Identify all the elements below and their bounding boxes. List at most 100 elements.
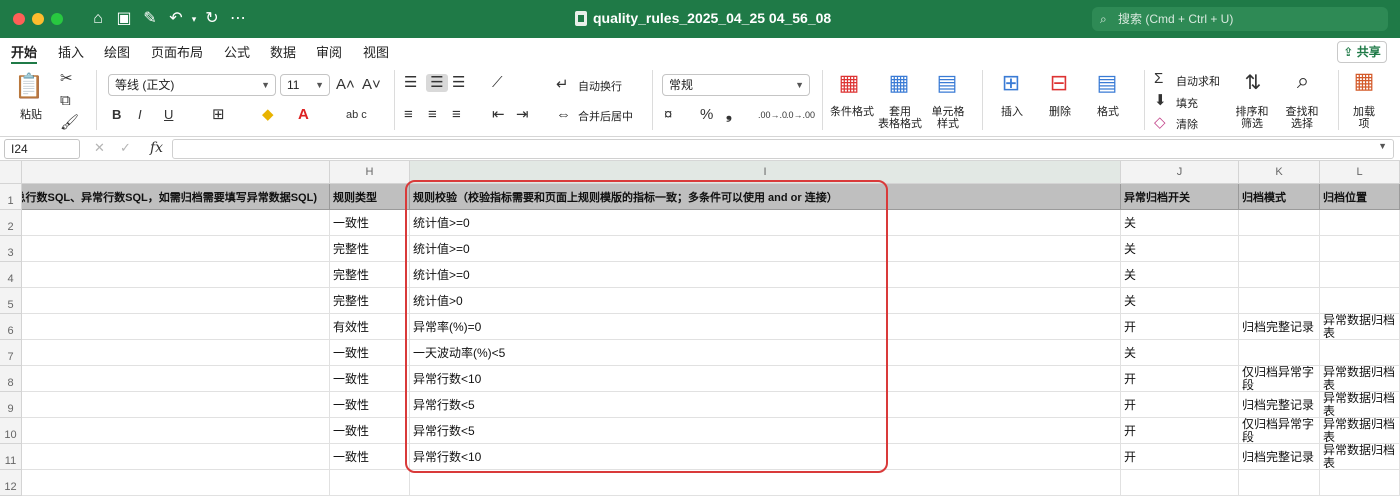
- table-cell[interactable]: 一致性: [330, 210, 410, 236]
- tab-view[interactable]: 视图: [363, 42, 389, 61]
- row-header[interactable]: 2: [0, 210, 22, 236]
- autosum-label[interactable]: 自动求和: [1176, 73, 1220, 89]
- underline-button[interactable]: U: [164, 106, 173, 124]
- format-as-table-icon[interactable]: ▦: [884, 72, 914, 98]
- borders-icon[interactable]: ⊞: [212, 106, 225, 124]
- table-cell[interactable]: [22, 236, 330, 262]
- tab-formulas[interactable]: 公式: [224, 42, 250, 61]
- addins-icon[interactable]: ▦: [1350, 70, 1378, 100]
- insert-cells-icon[interactable]: ⊞: [996, 72, 1026, 98]
- header-cell[interactable]: 归档位置: [1320, 184, 1400, 210]
- table-cell[interactable]: [1320, 210, 1400, 236]
- autosum-icon[interactable]: Σ: [1154, 70, 1163, 88]
- share-button[interactable]: ⇪ 共享: [1337, 41, 1387, 63]
- table-cell[interactable]: 归档完整记录: [1239, 314, 1320, 340]
- table-cell[interactable]: [410, 470, 1121, 496]
- undo-icon[interactable]: ↶: [166, 9, 186, 29]
- table-cell[interactable]: 异常行数<10: [410, 444, 1121, 470]
- merge-center-label[interactable]: 合并后居中: [578, 108, 633, 124]
- table-cell[interactable]: [22, 418, 330, 444]
- font-color-icon[interactable]: A: [298, 106, 309, 124]
- table-cell[interactable]: 异常率(%)=0: [410, 314, 1121, 340]
- table-cell[interactable]: [1320, 262, 1400, 288]
- tab-data[interactable]: 数据: [270, 42, 296, 61]
- format-painter-icon[interactable]: 🖌: [60, 114, 79, 132]
- name-box[interactable]: I24: [4, 139, 80, 159]
- row-header[interactable]: 5: [0, 288, 22, 314]
- tab-review[interactable]: 审阅: [316, 42, 342, 61]
- table-cell[interactable]: [22, 314, 330, 340]
- save-icon[interactable]: ▣: [114, 9, 134, 29]
- comma-button[interactable]: ❟: [726, 106, 732, 124]
- bold-button[interactable]: B: [112, 106, 121, 124]
- table-cell[interactable]: 异常数据归档表: [1320, 392, 1400, 418]
- header-cell[interactable]: 规则校验（校验指标需要和页面上规则模版的指标一致；多条件可以使用 and or …: [410, 184, 1121, 210]
- table-cell[interactable]: 一致性: [330, 444, 410, 470]
- row-header[interactable]: 3: [0, 236, 22, 262]
- table-cell[interactable]: 异常行数<5: [410, 418, 1121, 444]
- fill-label[interactable]: 填充: [1176, 95, 1198, 111]
- column-header[interactable]: L: [1320, 161, 1400, 184]
- tab-draw[interactable]: 绘图: [104, 42, 130, 61]
- cell-styles-label-2[interactable]: 样式: [924, 118, 972, 131]
- fill-color-icon[interactable]: ◆: [262, 106, 274, 124]
- insert-cells-label[interactable]: 插入: [992, 106, 1032, 119]
- minimize-window-button[interactable]: [32, 13, 44, 25]
- table-cell[interactable]: 有效性: [330, 314, 410, 340]
- delete-cells-label[interactable]: 删除: [1040, 106, 1080, 119]
- conditional-format-label[interactable]: 条件格式: [828, 106, 876, 119]
- decrease-indent-icon[interactable]: ⇤: [492, 106, 505, 124]
- table-cell[interactable]: 关: [1121, 288, 1239, 314]
- decrease-font-icon[interactable]: A˅: [362, 76, 381, 94]
- row-header[interactable]: 4: [0, 262, 22, 288]
- table-cell[interactable]: 完整性: [330, 288, 410, 314]
- row-header[interactable]: 8: [0, 366, 22, 392]
- table-cell[interactable]: [22, 340, 330, 366]
- table-cell[interactable]: 一致性: [330, 392, 410, 418]
- table-cell[interactable]: 异常行数<10: [410, 366, 1121, 392]
- row-header[interactable]: 11: [0, 444, 22, 470]
- table-cell[interactable]: [1320, 288, 1400, 314]
- table-cell[interactable]: 归档完整记录: [1239, 392, 1320, 418]
- redo-icon[interactable]: ↻: [202, 9, 222, 29]
- table-cell[interactable]: 开: [1121, 392, 1239, 418]
- table-cell[interactable]: [22, 366, 330, 392]
- table-cell[interactable]: 异常行数<5: [410, 392, 1121, 418]
- tab-home[interactable]: 开始: [11, 42, 38, 64]
- format-cells-label[interactable]: 格式: [1088, 106, 1128, 119]
- row-header[interactable]: 10: [0, 418, 22, 444]
- header-cell[interactable]: 异常归档开关: [1121, 184, 1239, 210]
- table-cell[interactable]: 归档完整记录: [1239, 444, 1320, 470]
- row-header[interactable]: 6: [0, 314, 22, 340]
- table-cell[interactable]: [1239, 340, 1320, 366]
- table-cell[interactable]: [1320, 340, 1400, 366]
- table-cell[interactable]: [1320, 470, 1400, 496]
- column-header[interactable]: I: [410, 161, 1121, 184]
- decrease-decimal-button[interactable]: .0→.00: [786, 106, 815, 124]
- table-cell[interactable]: [22, 262, 330, 288]
- table-cell[interactable]: 开: [1121, 366, 1239, 392]
- column-header[interactable]: [22, 161, 330, 184]
- edit-icon[interactable]: ✎: [140, 9, 160, 29]
- format-cells-icon[interactable]: ▤: [1092, 72, 1122, 98]
- zoom-window-button[interactable]: [51, 13, 63, 25]
- table-cell[interactable]: 完整性: [330, 262, 410, 288]
- table-cell[interactable]: 一致性: [330, 418, 410, 444]
- table-cell[interactable]: [22, 210, 330, 236]
- table-cell[interactable]: 关: [1121, 210, 1239, 236]
- search-input[interactable]: ⌕ 搜索 (Cmd + Ctrl + U): [1092, 7, 1388, 31]
- increase-decimal-button[interactable]: .00→.0: [758, 106, 787, 124]
- table-cell[interactable]: 异常数据归档表: [1320, 444, 1400, 470]
- more-icon[interactable]: ⋯: [228, 9, 248, 29]
- tab-insert[interactable]: 插入: [58, 42, 84, 61]
- increase-indent-icon[interactable]: ⇥: [516, 106, 529, 124]
- cut-icon[interactable]: ✂: [60, 70, 73, 88]
- table-cell[interactable]: 关: [1121, 236, 1239, 262]
- header-cell[interactable]: 规则类型: [330, 184, 410, 210]
- wrap-text-label[interactable]: 自动换行: [578, 78, 622, 94]
- table-cell[interactable]: [1239, 210, 1320, 236]
- table-cell[interactable]: 关: [1121, 340, 1239, 366]
- table-cell[interactable]: 仅归档异常字段: [1239, 366, 1320, 392]
- table-cell[interactable]: 异常数据归档表: [1320, 314, 1400, 340]
- table-cell[interactable]: [1320, 236, 1400, 262]
